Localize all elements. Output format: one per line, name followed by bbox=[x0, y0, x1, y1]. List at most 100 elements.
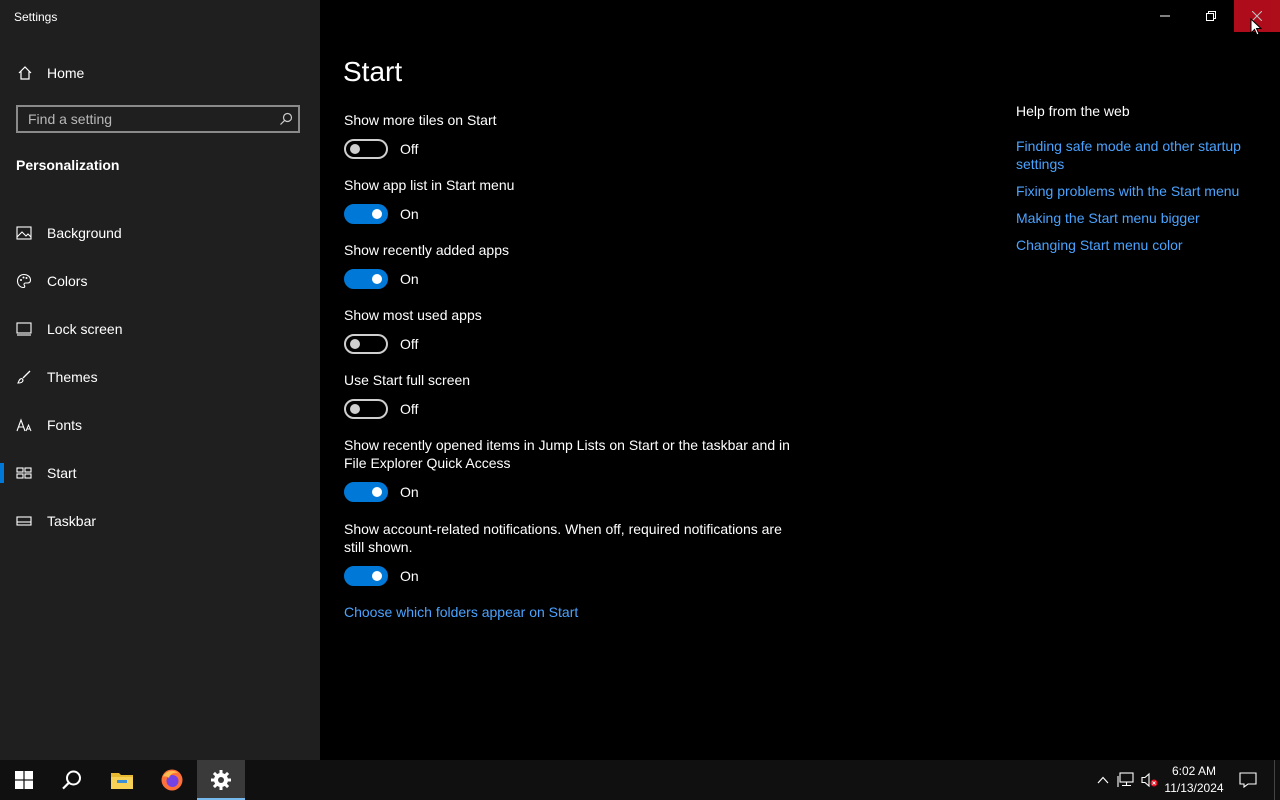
search-icon[interactable] bbox=[274, 112, 298, 126]
toggle-knob bbox=[372, 571, 382, 581]
volume-muted-icon bbox=[1141, 772, 1158, 788]
brush-icon bbox=[15, 368, 33, 386]
lock-screen-icon bbox=[15, 320, 33, 338]
sidebar-item-label: Lock screen bbox=[47, 321, 123, 337]
toggle-knob bbox=[372, 209, 382, 219]
settings-gear-icon bbox=[211, 770, 231, 790]
choose-folders-link[interactable]: Choose which folders appear on Start bbox=[344, 604, 578, 620]
firefox-button[interactable] bbox=[148, 760, 196, 800]
toggle-row: Off bbox=[344, 139, 804, 159]
sidebar: Settings Home Personalization Background… bbox=[0, 0, 320, 760]
help-link-start-color[interactable]: Changing Start menu color bbox=[1016, 236, 1256, 254]
sidebar-item-background[interactable]: Background bbox=[0, 209, 320, 257]
setting-label: Show most used apps bbox=[344, 307, 482, 323]
sidebar-item-label: Themes bbox=[47, 369, 98, 385]
toggle-knob bbox=[350, 144, 360, 154]
setting-label: Show recently added apps bbox=[344, 242, 509, 258]
help-link-fixing-start[interactable]: Fixing problems with the Start menu bbox=[1016, 182, 1256, 200]
home-label: Home bbox=[47, 65, 85, 81]
toggle-row: On bbox=[344, 204, 804, 224]
help-panel: Help from the web Finding safe mode and … bbox=[1016, 103, 1256, 263]
home-icon bbox=[16, 64, 34, 82]
taskbar: 6:02 AM 11/13/2024 bbox=[0, 760, 1280, 800]
toggle-knob bbox=[350, 339, 360, 349]
toggle-state-label: On bbox=[400, 206, 419, 222]
toggle-switch[interactable] bbox=[344, 204, 388, 224]
start-button[interactable] bbox=[0, 760, 48, 800]
setting-label: Show more tiles on Start bbox=[344, 112, 497, 128]
settings-taskbar-button[interactable] bbox=[197, 760, 245, 800]
setting-label: Show recently opened items in Jump Lists… bbox=[344, 437, 790, 471]
sidebar-item-fonts[interactable]: Fonts bbox=[0, 401, 320, 449]
sidebar-item-lock-screen[interactable]: Lock screen bbox=[0, 305, 320, 353]
mouse-cursor-icon bbox=[1250, 17, 1263, 41]
setting-show-most-used: Show most used apps Off bbox=[344, 306, 804, 354]
toggle-row: On bbox=[344, 482, 804, 502]
sidebar-item-label: Background bbox=[47, 225, 122, 241]
firefox-icon bbox=[161, 769, 183, 791]
sidebar-item-label: Colors bbox=[47, 273, 88, 289]
search-icon bbox=[62, 770, 81, 790]
search-input[interactable] bbox=[18, 107, 274, 131]
setting-show-more-tiles: Show more tiles on Start Off bbox=[344, 111, 804, 159]
font-icon bbox=[15, 416, 33, 434]
network-tray-button[interactable] bbox=[1117, 771, 1135, 789]
help-link-start-bigger[interactable]: Making the Start menu bigger bbox=[1016, 209, 1256, 227]
toggle-switch[interactable] bbox=[344, 399, 388, 419]
taskbar-icon bbox=[15, 512, 33, 530]
toggle-row: On bbox=[344, 566, 804, 586]
toggle-switch[interactable] bbox=[344, 269, 388, 289]
toggle-row: Off bbox=[344, 334, 804, 354]
restore-icon bbox=[1206, 11, 1216, 21]
toggle-switch[interactable] bbox=[344, 334, 388, 354]
toggle-switch[interactable] bbox=[344, 139, 388, 159]
setting-full-screen: Use Start full screen Off bbox=[344, 371, 804, 419]
file-explorer-icon bbox=[111, 773, 133, 789]
toggle-state-label: On bbox=[400, 271, 419, 287]
windows-start-icon bbox=[15, 771, 33, 789]
sidebar-item-start[interactable]: Start bbox=[0, 449, 320, 497]
restore-button[interactable] bbox=[1188, 0, 1234, 32]
action-center-button[interactable] bbox=[1239, 771, 1257, 789]
toggle-state-label: On bbox=[400, 484, 419, 500]
search-box[interactable] bbox=[16, 105, 300, 133]
volume-tray-button[interactable] bbox=[1141, 771, 1159, 789]
clock-date: 11/13/2024 bbox=[1164, 781, 1224, 795]
image-icon bbox=[15, 224, 33, 242]
setting-jump-lists: Show recently opened items in Jump Lists… bbox=[344, 436, 804, 502]
help-link-safe-mode[interactable]: Finding safe mode and other startup sett… bbox=[1016, 137, 1256, 173]
network-icon bbox=[1117, 772, 1134, 787]
taskbar-clock[interactable]: 6:02 AM 11/13/2024 bbox=[1160, 763, 1228, 797]
palette-icon bbox=[15, 272, 33, 290]
sidebar-nav: Background Colors Lock screen Themes Fon… bbox=[0, 209, 320, 545]
sidebar-item-themes[interactable]: Themes bbox=[0, 353, 320, 401]
file-explorer-button[interactable] bbox=[98, 760, 146, 800]
sidebar-item-label: Start bbox=[47, 465, 77, 481]
notifications-icon bbox=[1239, 772, 1257, 788]
setting-label: Use Start full screen bbox=[344, 372, 471, 388]
taskbar-search-button[interactable] bbox=[48, 760, 96, 800]
start-layout-icon bbox=[15, 464, 33, 482]
minimize-icon bbox=[1160, 15, 1170, 17]
home-nav-item[interactable]: Home bbox=[0, 58, 320, 88]
toggle-state-label: On bbox=[400, 568, 419, 584]
setting-show-recently-added: Show recently added apps On bbox=[344, 241, 804, 289]
sidebar-item-taskbar[interactable]: Taskbar bbox=[0, 497, 320, 545]
toggle-state-label: Off bbox=[400, 336, 419, 352]
toggle-switch[interactable] bbox=[344, 482, 388, 502]
sidebar-item-label: Fonts bbox=[47, 417, 83, 433]
clock-time: 6:02 AM bbox=[1171, 764, 1217, 778]
minimize-button[interactable] bbox=[1142, 0, 1188, 32]
show-desktop-button[interactable] bbox=[1274, 760, 1280, 800]
setting-label: Show app list in Start menu bbox=[344, 177, 515, 193]
toggle-knob bbox=[350, 404, 360, 414]
toggle-state-label: Off bbox=[400, 401, 419, 417]
setting-show-app-list: Show app list in Start menu On bbox=[344, 176, 804, 224]
toggle-knob bbox=[372, 274, 382, 284]
tray-overflow-button[interactable] bbox=[1094, 771, 1112, 789]
toggle-state-label: Off bbox=[400, 141, 419, 157]
sidebar-item-colors[interactable]: Colors bbox=[0, 257, 320, 305]
setting-account-notifications: Show account-related notifications. When… bbox=[344, 520, 804, 586]
setting-label: Show account-related notifications. When… bbox=[344, 521, 782, 555]
toggle-switch[interactable] bbox=[344, 566, 388, 586]
